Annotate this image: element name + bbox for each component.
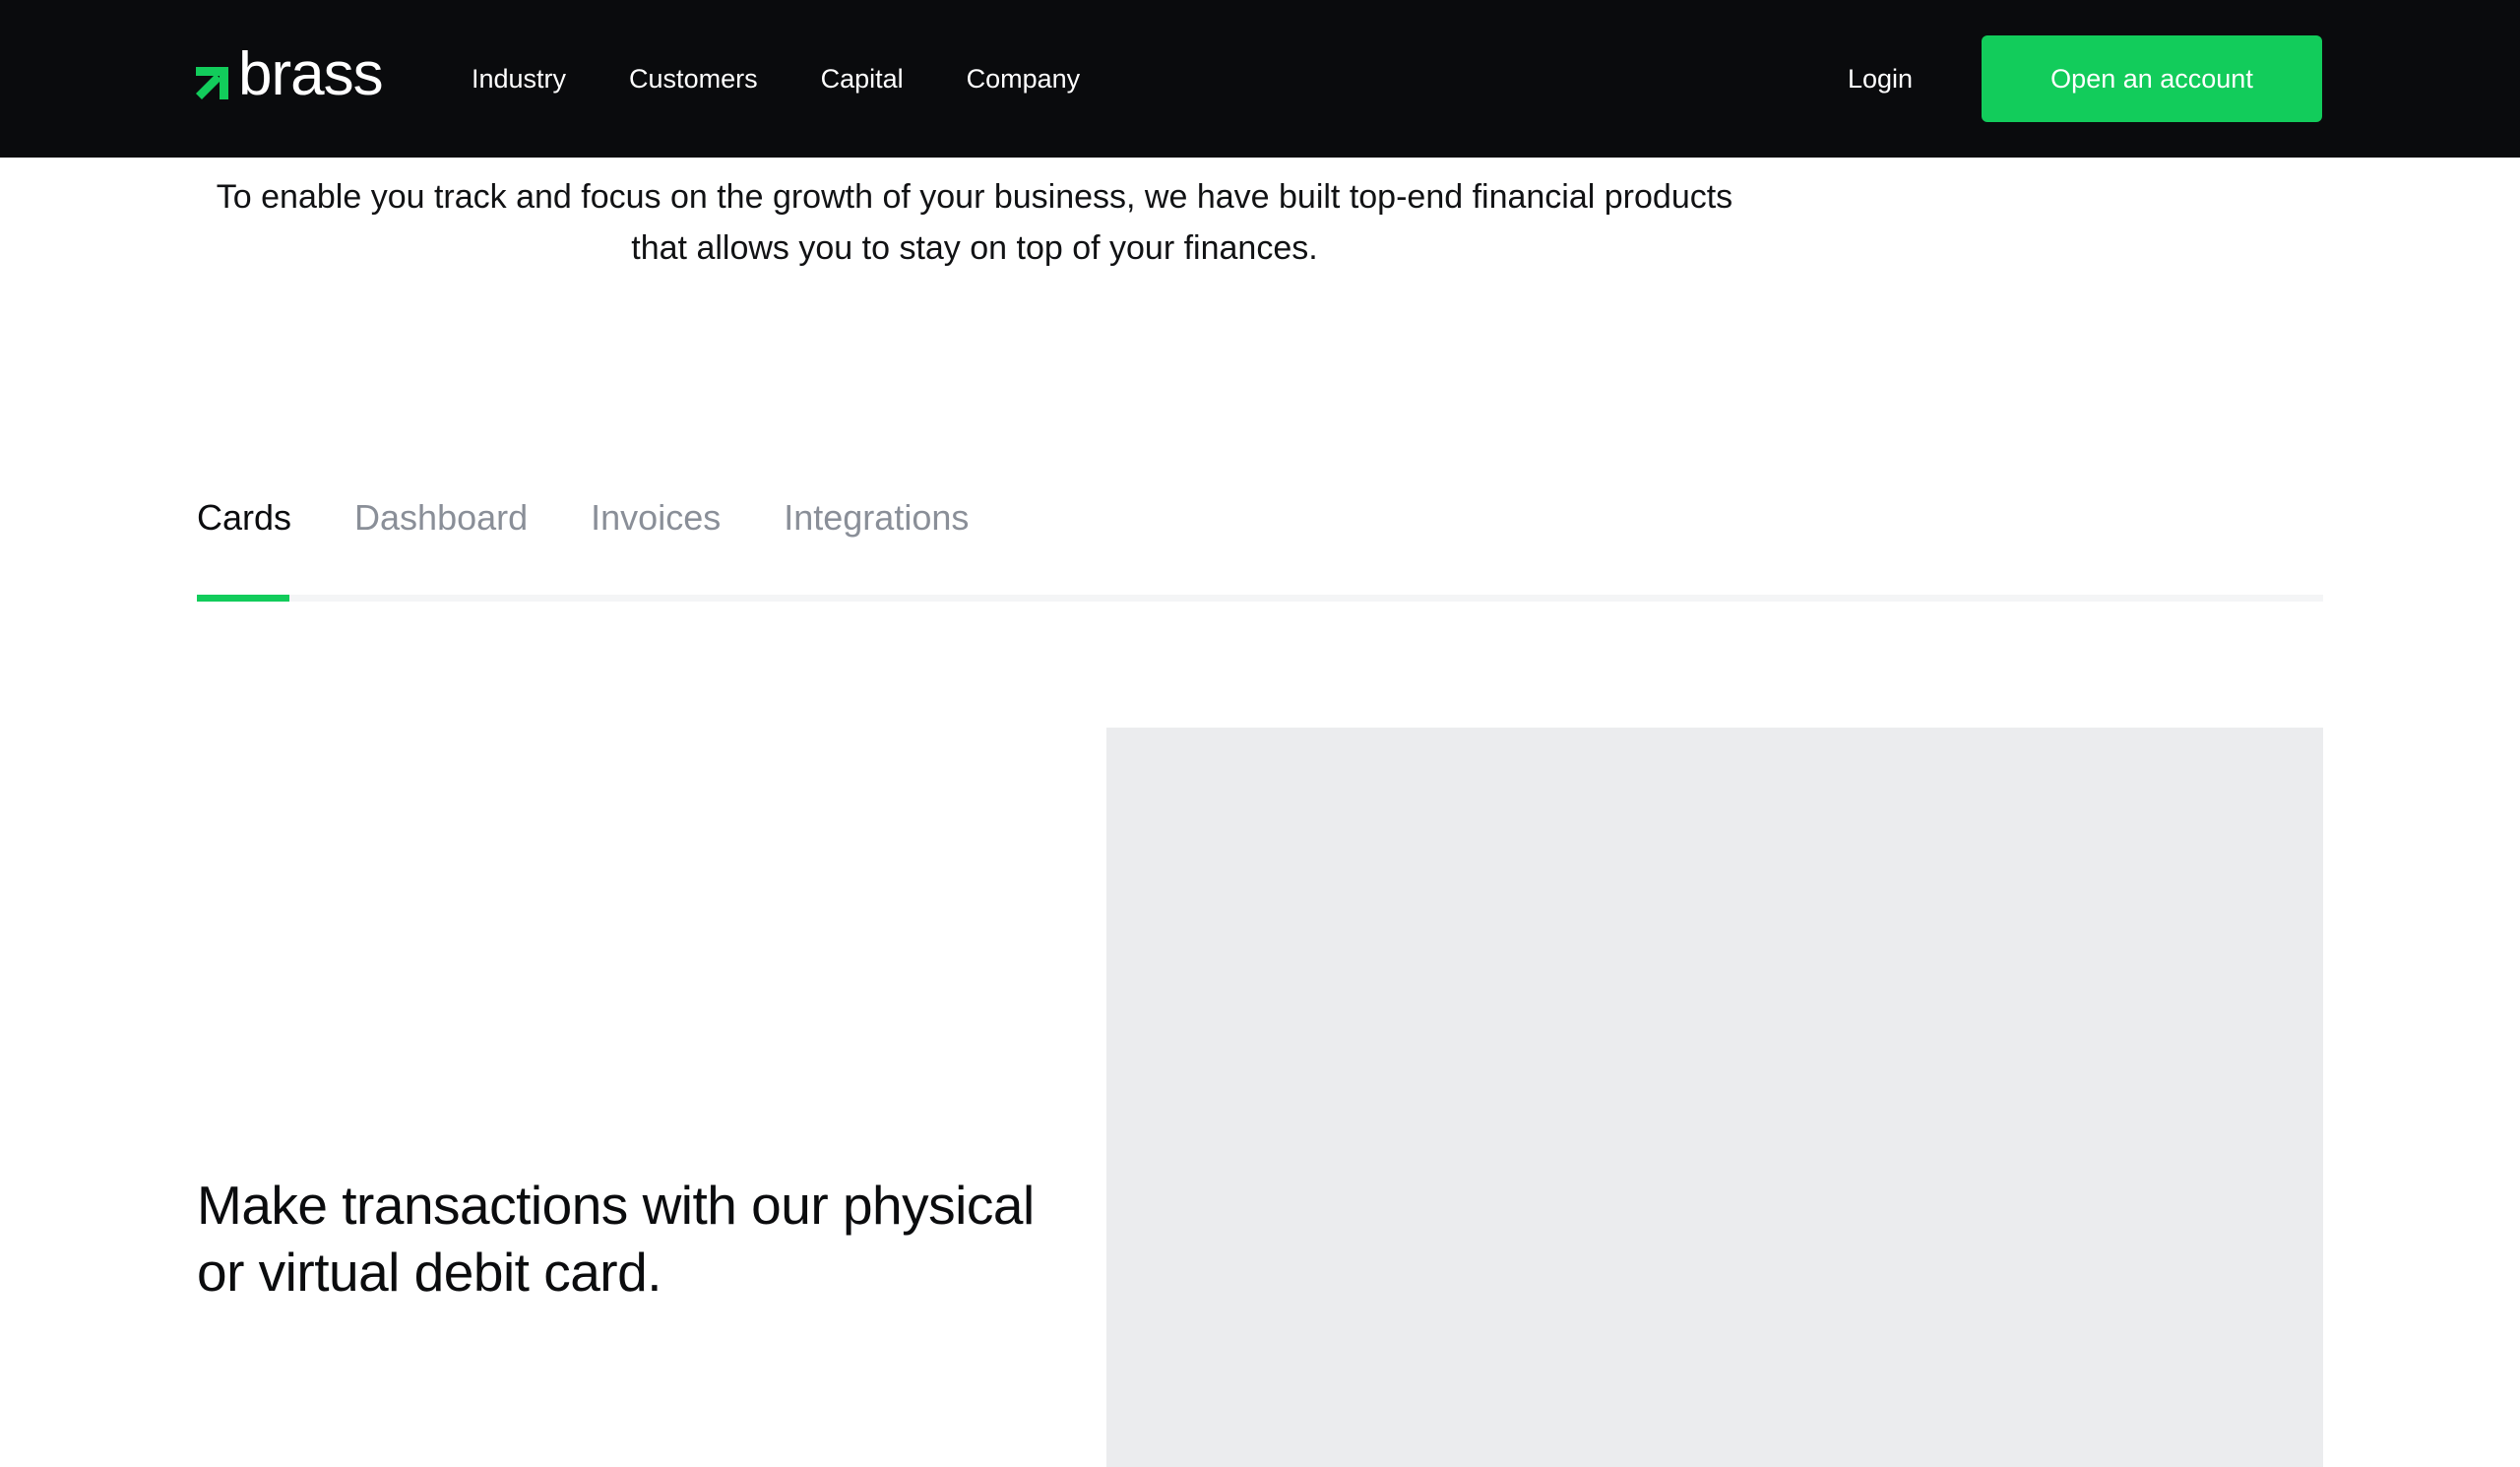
arrow-up-right-icon xyxy=(196,66,228,99)
main-nav: Industry Customers Capital Company xyxy=(472,0,1080,158)
nav-link-industry[interactable]: Industry xyxy=(472,64,566,95)
nav-link-capital[interactable]: Capital xyxy=(821,64,904,95)
brand-logo[interactable]: brass xyxy=(196,40,384,108)
intro-paragraph: To enable you track and focus on the gro… xyxy=(216,178,1733,267)
nav-link-company[interactable]: Company xyxy=(967,64,1081,95)
top-navbar: brass Industry Customers Capital Company… xyxy=(0,0,2520,158)
nav-link-customers[interactable]: Customers xyxy=(629,64,758,95)
product-tabs: Cards Dashboard Invoices Integrations xyxy=(197,488,969,547)
open-account-button[interactable]: Open an account xyxy=(1982,35,2322,122)
tab-cards[interactable]: Cards xyxy=(197,488,291,547)
tabs-divider xyxy=(197,595,2323,602)
tab-integrations[interactable]: Integrations xyxy=(784,488,969,547)
tab-dashboard[interactable]: Dashboard xyxy=(354,488,528,547)
feature-heading: Make transactions with our physical or v… xyxy=(197,1175,1035,1303)
logo-wordmark: brass xyxy=(238,40,384,108)
feature-image-placeholder xyxy=(1106,728,2323,1467)
active-tab-indicator xyxy=(197,595,289,602)
tab-invoices[interactable]: Invoices xyxy=(591,488,721,547)
login-link[interactable]: Login xyxy=(1848,0,1913,158)
